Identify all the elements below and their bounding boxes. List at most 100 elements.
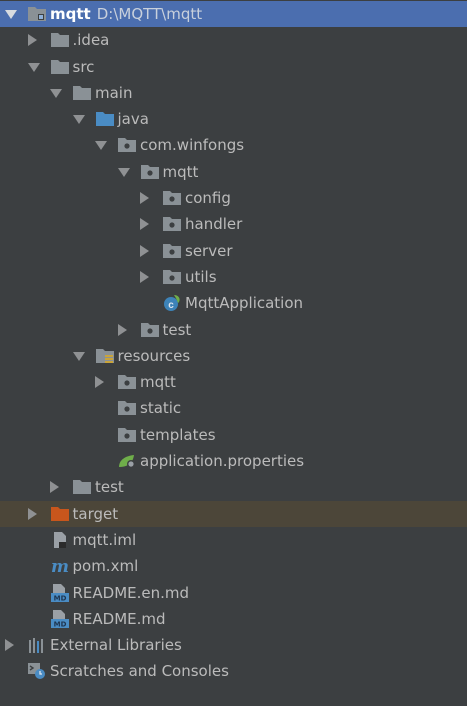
tree-item-label: External Libraries	[50, 636, 182, 655]
chevron-down-icon[interactable]	[72, 351, 85, 361]
excluded-folder-icon	[50, 505, 70, 523]
tree-item-label: com.winfongs	[140, 136, 245, 155]
iml-file-icon	[50, 531, 70, 549]
tree-item-mqttapplication[interactable]: c MqttApplication	[0, 290, 467, 316]
tree-item-label: test	[162, 320, 192, 339]
chevron-down-icon[interactable]	[27, 62, 40, 72]
package-icon	[162, 242, 182, 260]
chevron-right-icon[interactable]	[140, 270, 149, 283]
spring-class-icon: c	[162, 294, 182, 312]
scratches-icon	[27, 662, 47, 680]
tree-item-label: pom.xml	[72, 557, 139, 576]
markdown-icon: MD	[50, 609, 70, 628]
tree-item--idea[interactable]: .idea	[0, 27, 467, 53]
chevron-right-icon[interactable]	[27, 34, 37, 47]
tree-item-mqtt[interactable]: mqtt	[0, 369, 467, 395]
tree-item-java[interactable]: java	[0, 106, 467, 132]
resources-folder-icon	[95, 347, 115, 365]
tree-item-label: static	[140, 399, 182, 418]
module-folder-icon	[27, 5, 47, 23]
chevron-right-icon[interactable]	[50, 481, 59, 494]
tree-item-label: MqttApplication	[185, 294, 304, 313]
tree-item-label: java	[117, 110, 149, 129]
module-header: mqtt D:\MQTT\mqtt	[50, 1, 202, 27]
package-icon	[162, 268, 182, 286]
tree-item-label: mqtt	[140, 373, 176, 392]
tree-item-label: src	[72, 57, 95, 76]
tree-item-external-libraries[interactable]: External Libraries	[0, 632, 467, 658]
chevron-down-icon[interactable]	[50, 88, 62, 98]
svg-text:MD: MD	[53, 594, 66, 602]
chevron-right-icon[interactable]	[5, 639, 14, 652]
tree-item-label: mqtt.iml	[72, 530, 137, 549]
chevron-down-icon[interactable]	[72, 115, 85, 125]
folder-icon	[50, 31, 70, 49]
chevron-down-icon[interactable]	[117, 167, 130, 177]
chevron-right-icon[interactable]	[140, 244, 149, 257]
package-icon	[117, 373, 137, 391]
chevron-right-icon[interactable]	[27, 507, 37, 520]
tree-item-handler[interactable]: handler	[0, 211, 467, 237]
tree-item-server[interactable]: server	[0, 238, 467, 264]
svg-text:c: c	[168, 300, 174, 311]
tree-item-utils[interactable]: utils	[0, 264, 467, 290]
tree-item-label: utils	[185, 267, 217, 286]
package-icon	[140, 163, 160, 181]
folder-icon	[50, 58, 70, 76]
tree-item-static[interactable]: static	[0, 395, 467, 421]
tree-item-mqtt[interactable]: mqtt D:\MQTT\mqtt	[0, 1, 467, 28]
chevron-right-icon[interactable]	[117, 323, 127, 336]
tree-item-pom-xml[interactable]: m pom.xml	[0, 553, 467, 579]
package-icon	[117, 136, 137, 154]
tree-item-label: mqtt	[50, 5, 91, 23]
tree-item-target[interactable]: target	[0, 500, 467, 527]
package-icon	[140, 321, 160, 339]
package-icon	[162, 189, 182, 207]
tree-item-config[interactable]: config	[0, 185, 467, 211]
chevron-right-icon[interactable]	[140, 218, 149, 231]
folder-icon	[72, 84, 92, 102]
project-tree: mqtt D:\MQTT\mqtt .idea src main java com.winf…	[0, 1, 467, 685]
tree-item-label: .idea	[72, 31, 110, 50]
maven-icon: m	[50, 557, 70, 575]
tree-item-label: Scratches and Consoles	[50, 662, 229, 681]
tree-item-scratches-and-consoles[interactable]: Scratches and Consoles	[0, 658, 467, 684]
package-icon	[162, 215, 182, 233]
tree-item-src[interactable]: src	[0, 54, 467, 80]
package-icon	[117, 399, 137, 417]
tree-item-resources[interactable]: resources	[0, 343, 467, 369]
chevron-right-icon[interactable]	[140, 192, 149, 205]
tree-item-label: handler	[185, 215, 243, 234]
tree-item-templates[interactable]: templates	[0, 422, 467, 448]
chevron-right-icon[interactable]	[95, 376, 104, 389]
tree-item-label: config	[185, 189, 231, 208]
tree-item-label: target	[72, 504, 119, 523]
tree-item-readme-en-md[interactable]: MD README.en.md	[0, 580, 467, 606]
tree-item-label: README.en.md	[72, 583, 190, 602]
tree-item-label: main	[95, 83, 133, 102]
tree-item-label: application.properties	[140, 452, 305, 471]
tree-item-label: test	[95, 478, 124, 497]
svg-text:m: m	[51, 557, 69, 575]
tree-item-mqtt[interactable]: mqtt	[0, 159, 467, 185]
tree-item-com-winfongs[interactable]: com.winfongs	[0, 132, 467, 158]
markdown-icon: MD	[50, 583, 70, 602]
tree-item-application-properties[interactable]: application.properties	[0, 448, 467, 474]
tree-item-test[interactable]: test	[0, 474, 467, 500]
tree-item-label: mqtt	[162, 162, 199, 181]
tree-item-label: server	[185, 241, 233, 260]
tree-item-label: README.md	[72, 609, 166, 628]
tree-item-label: templates	[140, 425, 216, 444]
package-icon	[117, 426, 137, 444]
chevron-down-icon[interactable]	[95, 141, 107, 151]
tree-item-test[interactable]: test	[0, 317, 467, 343]
chevron-down-icon[interactable]	[5, 10, 17, 19]
libraries-icon	[27, 636, 47, 654]
tree-item-main[interactable]: main	[0, 80, 467, 106]
tree-item-mqtt-iml[interactable]: mqtt.iml	[0, 527, 467, 553]
module-path: D:\MQTT\mqtt	[96, 5, 203, 23]
tree-item-readme-md[interactable]: MD README.md	[0, 606, 467, 632]
spring-properties-icon	[117, 452, 137, 470]
source-folder-icon	[95, 110, 115, 128]
svg-text:MD: MD	[53, 620, 66, 628]
